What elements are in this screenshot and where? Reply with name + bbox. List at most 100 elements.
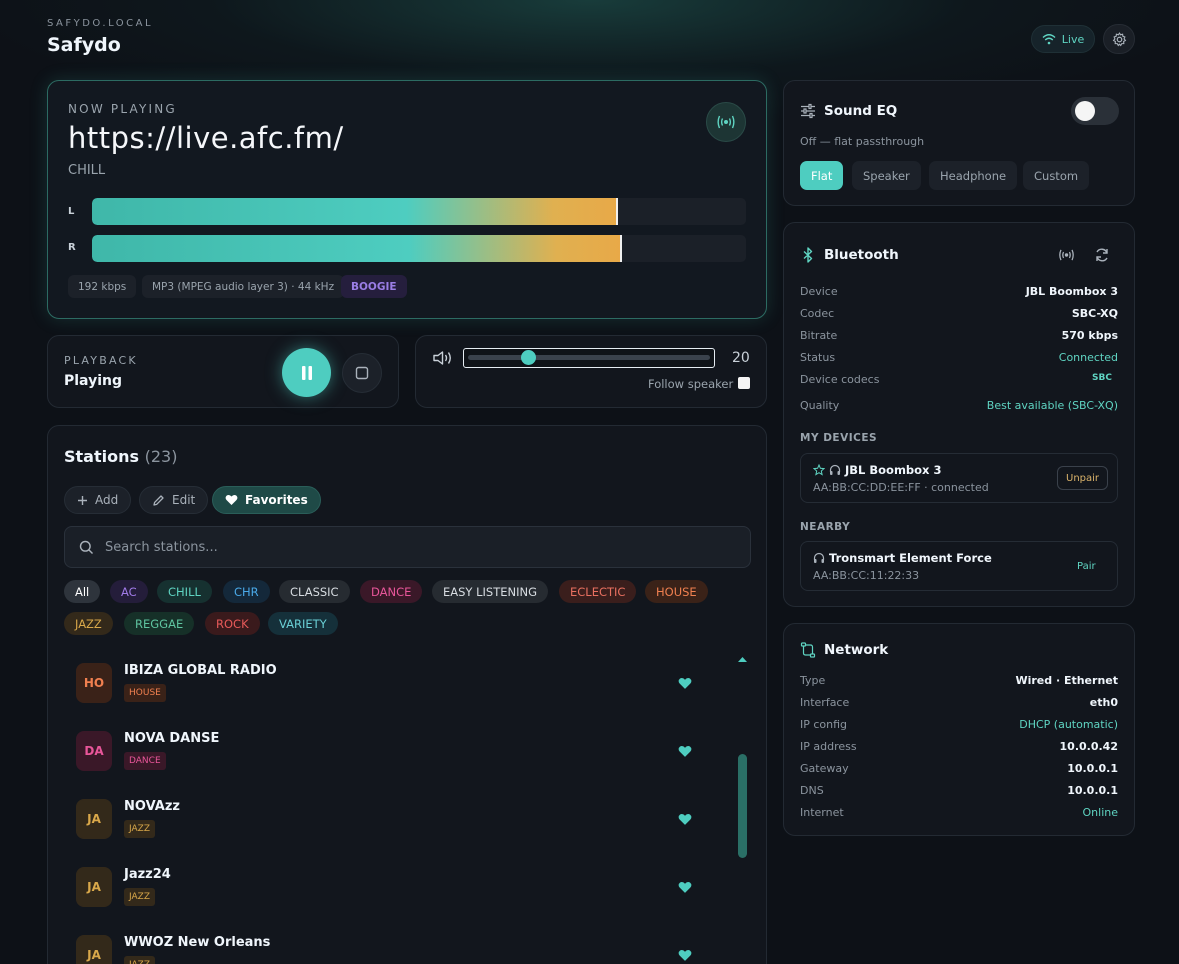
now-playing-card: NOW PLAYING https://live.afc.fm/ CHILL L… (47, 80, 767, 319)
genre-chip-chill[interactable]: CHILL (157, 580, 212, 603)
playback-card: PLAYBACK Playing (47, 335, 399, 408)
genre-chip-jazz[interactable]: JAZZ (64, 612, 113, 635)
station-name: NOVA DANSE (124, 731, 220, 746)
refresh-icon[interactable] (1094, 247, 1110, 263)
genre-chip-dance[interactable]: DANCE (360, 580, 423, 603)
station-list-scrollbar[interactable] (738, 754, 747, 858)
field-key: IP config (800, 718, 848, 731)
field-key: Internet (800, 806, 844, 819)
genre-chip-all[interactable]: All (64, 580, 101, 603)
meter-right-peak (620, 235, 623, 262)
station-row[interactable]: JA Jazz24 JAZZ (76, 867, 696, 923)
pair-button[interactable]: Pair (1069, 554, 1104, 578)
genre-chip-reggae[interactable]: REGGAE (124, 612, 195, 635)
eq-preset-speaker[interactable]: Speaker (852, 161, 921, 190)
stop-button[interactable] (342, 353, 382, 393)
field-value: 10.0.0.1 (1067, 784, 1118, 797)
genre-chip-easy-listening[interactable]: EASY LISTENING (432, 580, 549, 603)
eq-description: Off — flat passthrough (800, 135, 925, 148)
eq-toggle[interactable] (1071, 97, 1119, 125)
live-status-pill[interactable]: Live (1031, 25, 1095, 53)
favorite-heart-icon[interactable] (678, 677, 692, 690)
wifi-icon (1042, 34, 1056, 45)
network-title: Network (824, 642, 889, 658)
broadcast-button[interactable] (706, 102, 746, 142)
scroll-up-arrow-icon[interactable] (737, 655, 748, 663)
field-key: IP address (800, 740, 857, 753)
eq-toggle-knob (1075, 101, 1095, 121)
eq-preset-headphone[interactable]: Headphone (929, 161, 1018, 190)
eq-preset-flat[interactable]: Flat (800, 161, 844, 190)
station-avatar: JA (76, 799, 112, 839)
pencil-icon (153, 494, 164, 506)
heart-icon (225, 494, 238, 505)
bluetooth-field-device: Device JBL Boombox 3 (800, 285, 1118, 298)
star-icon[interactable] (813, 464, 825, 476)
follow-speaker-checkbox[interactable] (738, 377, 750, 389)
meter-left (92, 198, 746, 225)
add-station-button[interactable]: Add (64, 486, 132, 514)
genre-chip-eclectic[interactable]: ECLECTIC (559, 580, 637, 603)
favorite-heart-icon[interactable] (678, 745, 692, 758)
station-row[interactable]: JA NOVAzz JAZZ (76, 799, 696, 855)
favorite-heart-icon[interactable] (678, 949, 692, 962)
gear-icon (1112, 31, 1126, 46)
field-value: Connected (1058, 351, 1118, 364)
bluetooth-icon (803, 247, 813, 263)
station-row[interactable]: JA WWOZ New Orleans JAZZ (76, 935, 696, 964)
favorites-filter-button[interactable]: Favorites (212, 486, 321, 514)
bluetooth-field-codec: Codec SBC-XQ (800, 307, 1118, 320)
field-key: Quality (800, 399, 840, 412)
search-field[interactable]: Search stations... (64, 526, 751, 568)
volume-thumb[interactable] (520, 350, 536, 365)
bluetooth-card: Bluetooth Device JBL Boombox 3 Codec SBC-XQ… (783, 222, 1135, 607)
network-field-gateway: Gateway 10.0.0.1 (800, 762, 1118, 775)
edit-stations-button[interactable]: Edit (139, 486, 209, 514)
station-genre-tag: HOUSE (124, 684, 166, 702)
network-field-type: Type Wired · Ethernet (800, 674, 1118, 687)
station-row[interactable]: HO IBIZA GLOBAL RADIO HOUSE (76, 663, 696, 719)
volume-track (468, 355, 710, 360)
live-label: Live (1061, 32, 1085, 46)
tag-chip: BOOGIE (341, 275, 407, 298)
genre-chip-ac[interactable]: AC (110, 580, 148, 603)
broadcast-icon[interactable] (1058, 249, 1075, 261)
stop-icon (355, 366, 369, 380)
genre-chip-house[interactable]: HOUSE (645, 580, 708, 603)
field-value: eth0 (1089, 696, 1118, 709)
genre-chip-classic[interactable]: CLASSIC (279, 580, 350, 603)
settings-button[interactable] (1103, 24, 1135, 54)
field-value: 10.0.0.1 (1067, 762, 1118, 775)
station-name: IBIZA GLOBAL RADIO (124, 663, 277, 678)
station-genre-tag: DANCE (124, 752, 166, 770)
station-avatar: DA (76, 731, 112, 771)
sound-eq-title: Sound EQ (824, 103, 898, 119)
network-field-interface: Interface eth0 (800, 696, 1118, 709)
volume-slider[interactable] (463, 348, 715, 368)
field-value: SBC (1092, 373, 1112, 383)
eq-preset-custom[interactable]: Custom (1023, 161, 1090, 190)
headphones-icon (813, 552, 825, 563)
favorite-heart-icon[interactable] (678, 813, 692, 826)
field-key: Codec (800, 307, 835, 320)
genre-chip-rock[interactable]: ROCK (205, 612, 260, 635)
field-value: 570 kbps (1061, 329, 1118, 342)
nearby-device-item: Tronsmart Element Force AA:BB:CC:11:22:3… (800, 541, 1118, 591)
station-row[interactable]: DA NOVA DANSE DANCE (76, 731, 696, 787)
bitrate-chip: 192 kbps (68, 275, 137, 298)
follow-speaker-label: Follow speaker (648, 377, 734, 391)
genre-chip-variety[interactable]: VARIETY (268, 612, 338, 635)
stations-title-text: Stations (64, 447, 140, 466)
sliders-icon (801, 103, 815, 119)
nearby-device-mac: AA:BB:CC:11:22:33 (813, 569, 920, 582)
station-avatar: JA (76, 867, 112, 907)
field-key: Bitrate (800, 329, 838, 342)
my-devices-heading: MY DEVICES (800, 432, 878, 444)
genre-chip-chr[interactable]: CHR (223, 580, 270, 603)
unpair-button[interactable]: Unpair (1057, 466, 1109, 490)
station-name: NOVAzz (124, 799, 180, 814)
field-value: Wired · Ethernet (1015, 674, 1118, 687)
search-placeholder: Search stations... (105, 539, 218, 555)
favorite-heart-icon[interactable] (678, 881, 692, 894)
pause-button[interactable] (282, 348, 331, 397)
